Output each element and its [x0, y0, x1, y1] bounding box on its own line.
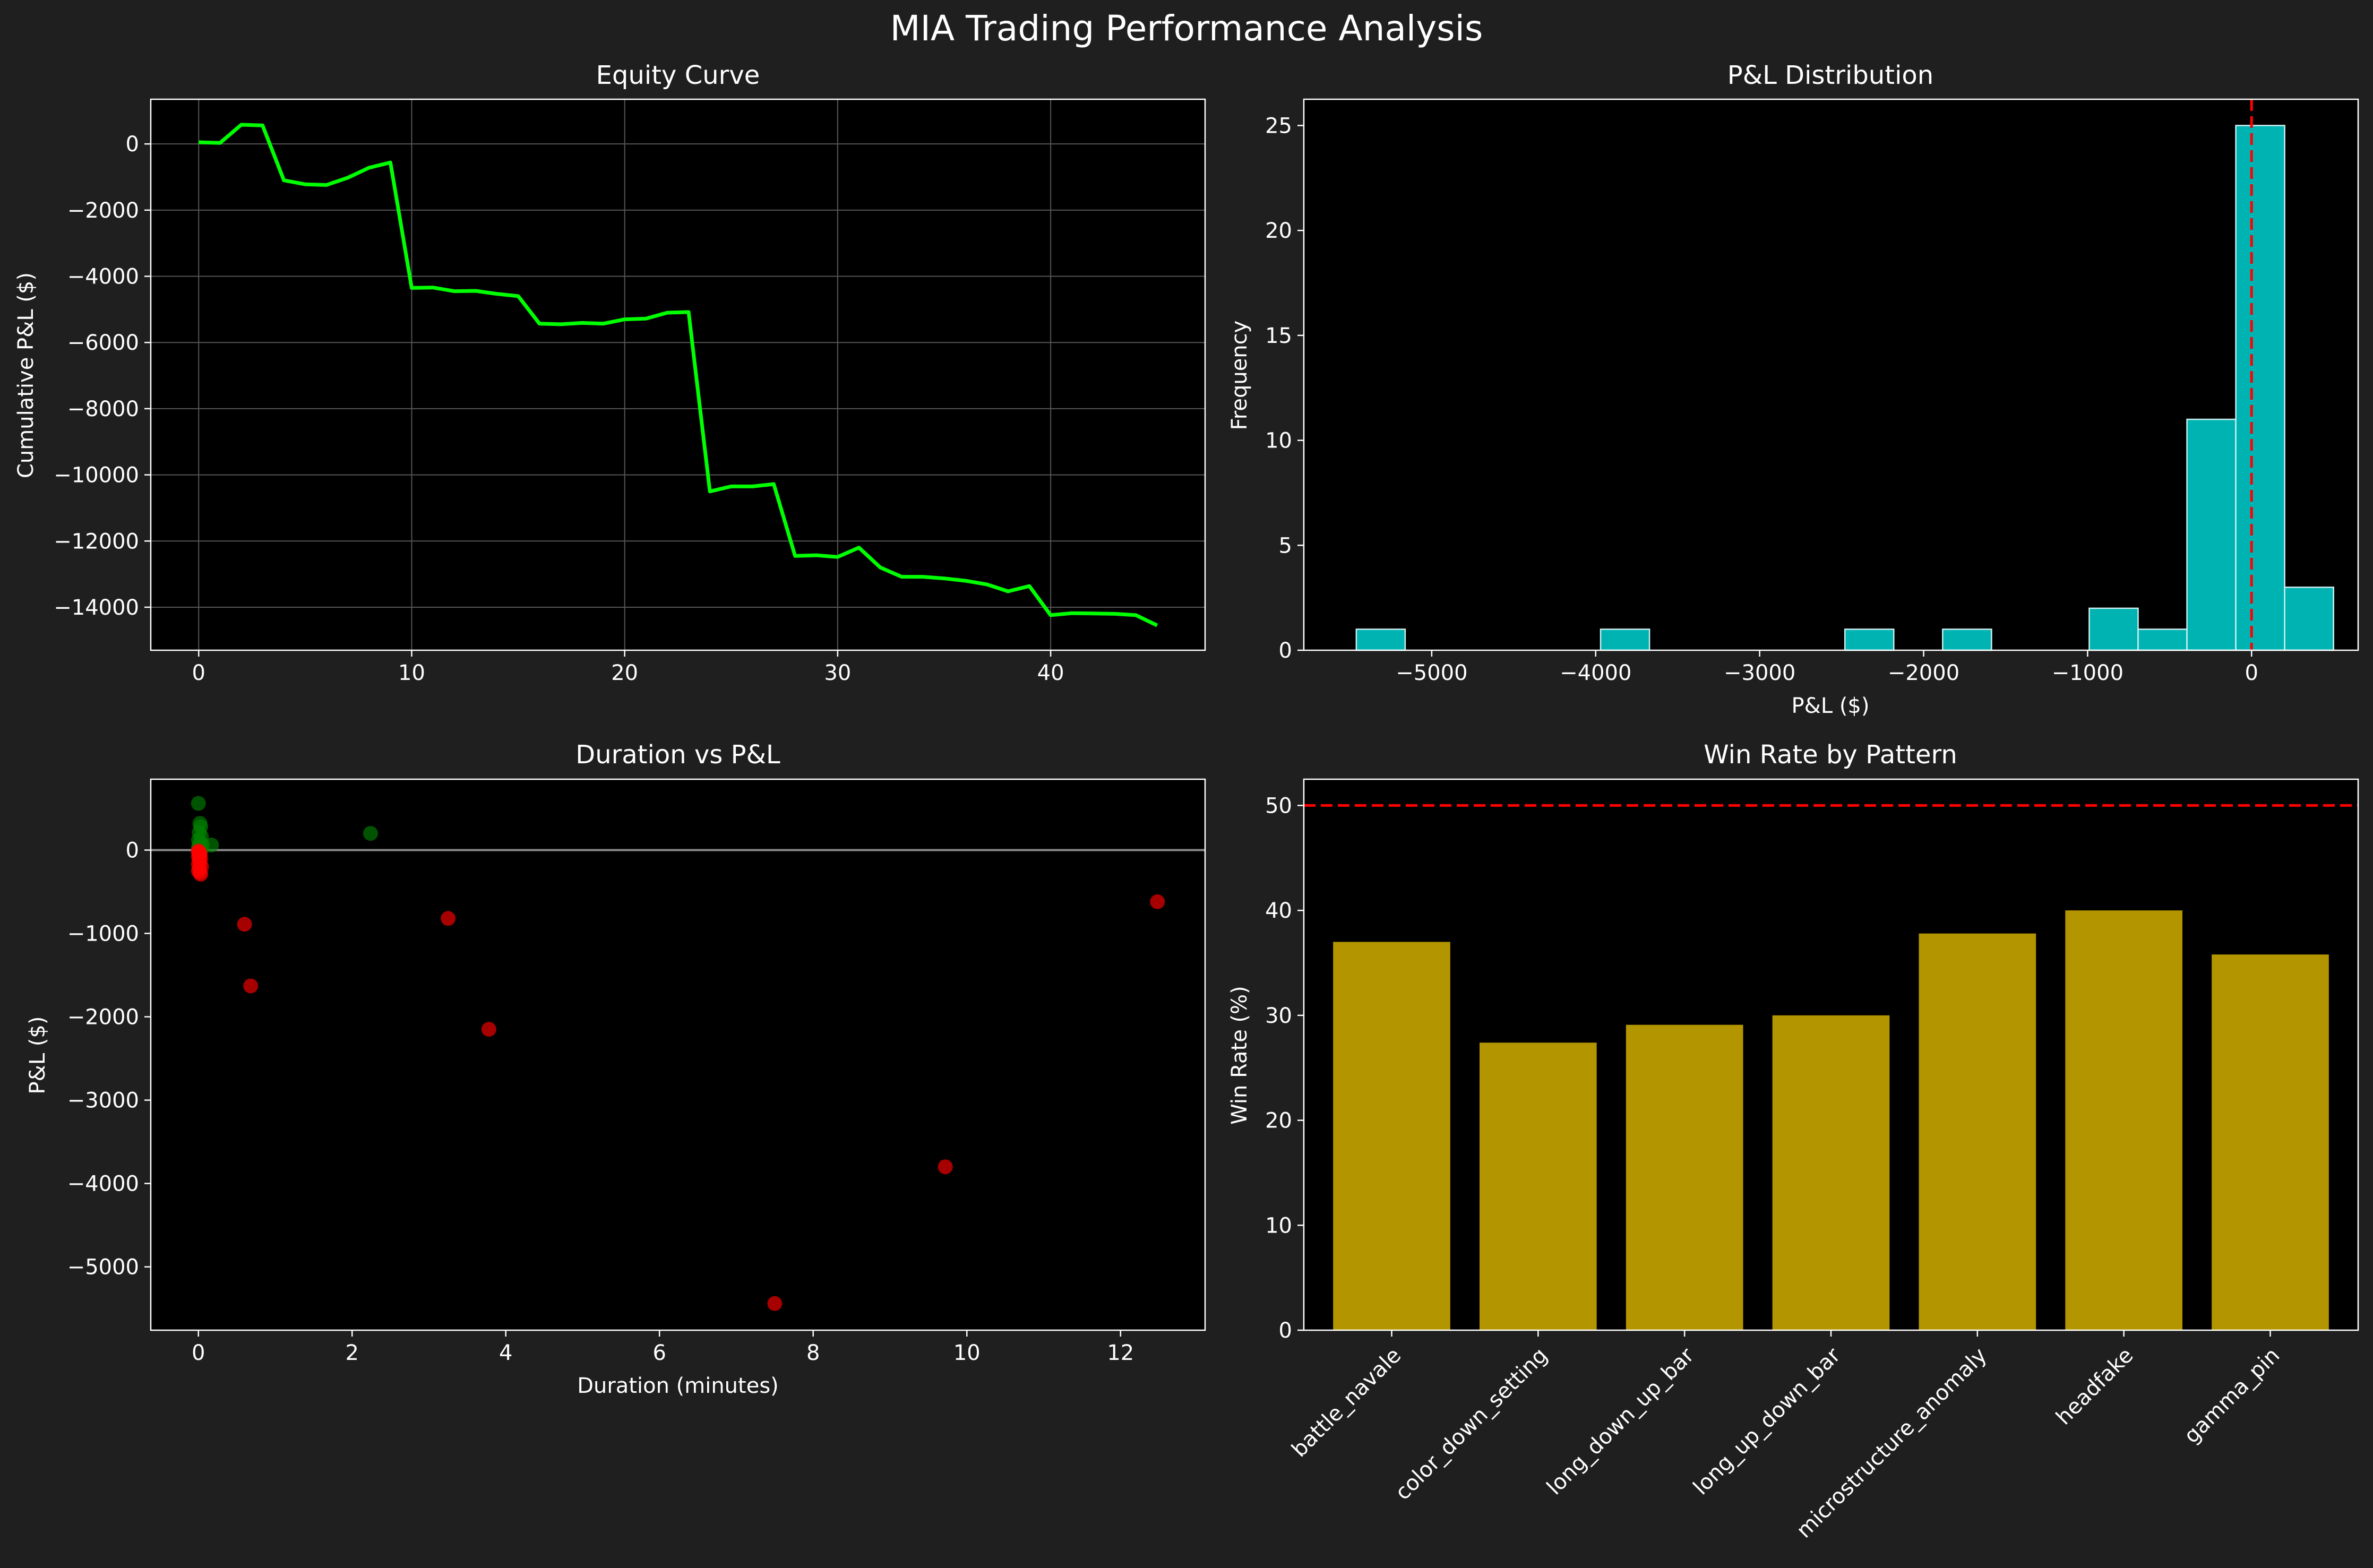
x-tick-label: 2 — [346, 1341, 359, 1365]
loss-trade-point — [441, 911, 456, 926]
y-tick-label: −3000 — [67, 1089, 139, 1113]
loss-trade-point — [1150, 894, 1165, 909]
duration-vs-pnl-xlabel: Duration (minutes) — [577, 1374, 779, 1398]
x-tick-label: 4 — [499, 1341, 512, 1365]
x-tick-label: −1000 — [2052, 661, 2123, 685]
y-tick-label: 25 — [1265, 114, 1292, 138]
histogram-bar — [2137, 628, 2188, 651]
x-tick-label: 0 — [192, 661, 205, 685]
y-tick-label: 0 — [126, 132, 139, 157]
y-tick-label: 5 — [1279, 533, 1292, 558]
equity-curve-ylabel: Cumulative P&L ($) — [14, 272, 38, 478]
figure-title: MIA Trading Performance Analysis — [890, 8, 1483, 49]
y-tick-label: −12000 — [54, 529, 139, 554]
loss-trade-point — [938, 1159, 953, 1175]
y-tick-label: −14000 — [54, 596, 139, 620]
y-tick-label: 50 — [1265, 794, 1292, 818]
loss-trade-point — [481, 1022, 496, 1037]
y-tick-label: 40 — [1265, 899, 1292, 923]
y-tick-label: 20 — [1265, 219, 1292, 243]
y-tick-label: 20 — [1265, 1109, 1292, 1133]
win-trade-point — [363, 826, 378, 841]
y-tick-label: −1000 — [67, 922, 139, 946]
y-tick-label: 15 — [1265, 324, 1292, 348]
y-tick-label: −2000 — [67, 1005, 139, 1030]
loss-trade-point — [243, 978, 259, 994]
x-tick-label: 10 — [398, 661, 425, 685]
win-rate-title: Win Rate by Pattern — [1704, 740, 1957, 770]
win-rate-bar — [2212, 954, 2329, 1330]
x-tick-label: 10 — [953, 1341, 981, 1365]
pnl-distribution-ylabel: Frequency — [1227, 321, 1252, 430]
histogram-bar — [2284, 587, 2334, 651]
histogram-bar — [1600, 628, 1650, 651]
y-tick-label: 10 — [1265, 1213, 1292, 1238]
win-rate-bar — [1626, 1024, 1743, 1330]
figure-canvas: MIA Trading Performance Analysis Equity … — [0, 0, 2373, 1568]
x-tick-label: 0 — [2245, 661, 2258, 685]
duration-vs-pnl-ylabel: P&L ($) — [25, 1016, 50, 1095]
loss-trade-point — [237, 917, 252, 932]
y-tick-label: −5000 — [67, 1255, 139, 1280]
y-tick-label: −6000 — [67, 331, 139, 355]
x-tick-label: −3000 — [1724, 661, 1795, 685]
x-tick-label: −2000 — [1888, 661, 1959, 685]
win-rate-bar — [2065, 910, 2182, 1330]
win-trade-point — [191, 796, 206, 811]
pnl-distribution-title: P&L Distribution — [1727, 61, 1933, 90]
loss-trade-point — [193, 867, 209, 882]
win-rate-bar — [1480, 1043, 1597, 1330]
loss-trade-point — [192, 846, 208, 861]
win-rate-bar — [1919, 933, 2036, 1330]
x-tick-label: 8 — [806, 1341, 820, 1365]
histogram-bar — [2186, 418, 2237, 651]
y-tick-label: −10000 — [54, 463, 139, 488]
y-tick-label: 0 — [1279, 639, 1292, 663]
histogram-bar — [1942, 628, 1992, 651]
y-tick-label: 10 — [1265, 429, 1292, 453]
y-tick-label: −2000 — [67, 199, 139, 223]
x-tick-label: 0 — [192, 1341, 205, 1365]
x-tick-label: 6 — [653, 1341, 666, 1365]
win-rate-ylabel: Win Rate (%) — [1227, 986, 1252, 1125]
y-tick-label: −4000 — [67, 265, 139, 289]
histogram-bar — [2088, 607, 2139, 651]
x-tick-label: 30 — [824, 661, 851, 685]
y-tick-label: 0 — [126, 838, 139, 863]
y-tick-label: 0 — [1279, 1319, 1292, 1343]
win-rate-bar — [1772, 1015, 1890, 1330]
x-tick-label: 12 — [1107, 1341, 1134, 1365]
duration-vs-pnl-panel: Duration vs P&L P&L ($) Duration (minute… — [25, 740, 1206, 1398]
x-tick-label: 20 — [611, 661, 638, 685]
win-rate-bar — [1333, 942, 1450, 1330]
equity-curve-panel: Equity Curve Cumulative P&L ($) 0 10 20 30 4… — [14, 61, 1206, 685]
x-tick-label: 40 — [1037, 661, 1064, 685]
x-tick-label: −5000 — [1396, 661, 1467, 685]
histogram-bar — [1355, 628, 1406, 651]
plot-area — [151, 99, 1205, 650]
equity-curve-title: Equity Curve — [596, 61, 760, 90]
histogram-bar — [2235, 125, 2285, 651]
pnl-distribution-xlabel: P&L ($) — [1792, 694, 1870, 718]
duration-vs-pnl-title: Duration vs P&L — [575, 740, 780, 770]
pnl-distribution-panel: P&L Distribution Frequency P&L ($) −5000… — [1227, 61, 2359, 718]
x-tick-label: −4000 — [1560, 661, 1631, 685]
plot-area — [151, 779, 1205, 1330]
histogram-bar — [1844, 628, 1895, 651]
y-tick-label: −4000 — [67, 1172, 139, 1196]
y-tick-label: −8000 — [67, 397, 139, 421]
loss-trade-point — [767, 1296, 783, 1311]
y-tick-label: 30 — [1265, 1004, 1292, 1028]
